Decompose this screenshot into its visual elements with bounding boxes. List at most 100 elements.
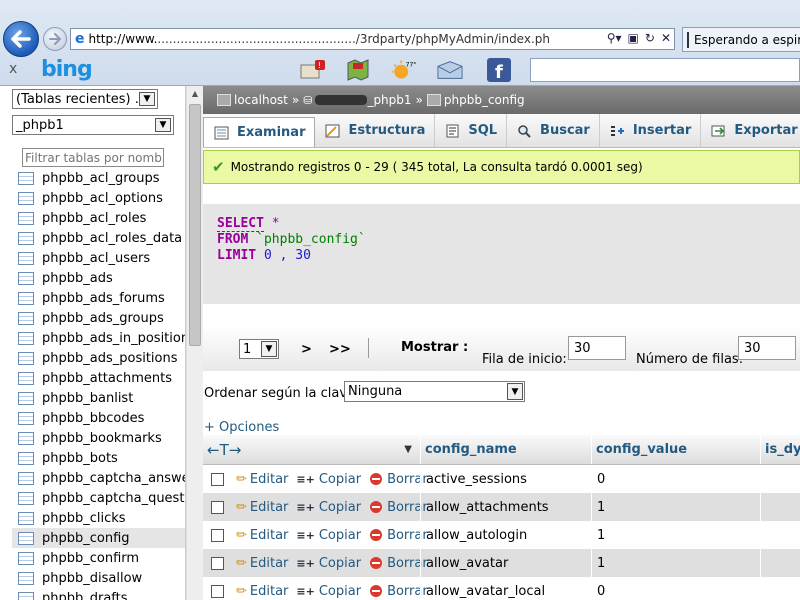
edit-link[interactable]: ✏ Editar [236,472,288,487]
column-header-config-name[interactable]: config_name [420,435,591,464]
browser-tab[interactable]: Esperando a espir [682,27,800,52]
table-icon[interactable] [18,431,34,445]
sidebar-table-item[interactable]: phpbb_config [12,528,185,548]
sidebar-scrollbar[interactable]: ▲ [186,86,203,600]
sidebar-table-item[interactable]: phpbb_bookmarks [12,428,185,448]
table-icon[interactable] [18,311,34,325]
compat-view-icon[interactable]: ▣ [628,31,639,45]
database-select[interactable]: _phpb1 ▼ [12,115,174,135]
sidebar-table-item[interactable]: phpbb_clicks [12,508,185,528]
edit-link[interactable]: ✏ Editar [236,556,288,571]
sidebar-table-item[interactable]: phpbb_acl_options [12,188,185,208]
sidebar-table-item[interactable]: phpbb_ads_positions [12,348,185,368]
sidebar-table-item[interactable]: phpbb_confirm [12,548,185,568]
cell-config-name[interactable]: allow_avatar [426,556,508,571]
edit-link[interactable]: ✏ Editar [236,500,288,515]
breadcrumb-table[interactable]: phpbb_config [444,93,525,107]
cell-config-name[interactable]: allow_autologin [426,528,527,543]
tab-sql[interactable]: SQL [435,114,508,147]
column-header-config-value[interactable]: config_value [591,435,760,464]
table-icon[interactable] [18,411,34,425]
address-bar[interactable]: e http://www............................… [70,28,675,50]
show-button[interactable]: Mostrar : [401,340,468,355]
table-icon[interactable] [18,571,34,585]
table-icon[interactable] [18,531,34,545]
start-row-input[interactable]: 30 [568,336,626,360]
search-dropdown-icon[interactable]: ⚲▾ [607,31,622,45]
back-button[interactable] [3,21,39,57]
forward-button[interactable] [43,27,67,51]
table-filter-input[interactable] [22,148,164,167]
edit-link[interactable]: ✏ Editar [236,528,288,543]
recent-tables-select[interactable]: (Tablas recientes) ... ▼ [12,89,158,109]
table-icon[interactable] [18,291,34,305]
table-icon[interactable] [18,231,34,245]
copy-link[interactable]: ≡+ Copiar [288,472,361,487]
delete-link[interactable]: Borrar [361,584,428,599]
delete-link[interactable]: Borrar [361,500,428,515]
breadcrumb-database[interactable]: _phpb1 [367,93,411,107]
table-icon[interactable] [18,591,34,600]
weather-icon[interactable]: 77° [390,58,416,82]
cell-config-value[interactable]: 1 [597,500,605,515]
facebook-icon[interactable]: f [486,58,512,82]
sidebar-table-item[interactable]: phpbb_ads [12,268,185,288]
sidebar-table-item[interactable]: phpbb_attachments [12,368,185,388]
sidebar-table-item[interactable]: phpbb_captcha_questions [12,488,185,508]
cell-config-name[interactable]: allow_avatar_local [426,584,545,599]
table-icon[interactable] [18,371,34,385]
table-icon[interactable] [18,331,34,345]
edit-link[interactable]: ✏ Editar [236,584,288,599]
delete-link[interactable]: Borrar [361,472,428,487]
copy-link[interactable]: ≡+ Copiar [288,500,361,515]
sidebar-table-item[interactable]: phpbb_acl_groups [12,168,185,188]
sidebar-table-item[interactable]: phpbb_acl_roles_data [12,228,185,248]
tab-insert[interactable]: Insertar [600,114,702,147]
sidebar-table-item[interactable]: phpbb_acl_users [12,248,185,268]
news-alert-icon[interactable]: ! [300,58,326,82]
page-select[interactable]: 1 ▼ [239,339,279,359]
options-link[interactable]: + Opciones [204,420,279,435]
row-checkbox[interactable] [211,584,224,598]
breadcrumb-server[interactable]: localhost [234,93,288,107]
sidebar-table-item[interactable]: phpbb_acl_roles [12,208,185,228]
cell-config-value[interactable]: 0 [597,584,605,599]
sidebar-table-item[interactable]: phpbb_ads_groups [12,308,185,328]
row-count-input[interactable]: 30 [738,336,796,360]
sidebar-table-item[interactable]: phpbb_drafts [12,588,185,600]
table-icon[interactable] [18,211,34,225]
bing-search-input[interactable] [530,58,800,82]
sidebar-table-item[interactable]: phpbb_ads_in_positions [12,328,185,348]
refresh-icon[interactable]: ↻ [645,31,655,45]
cell-config-value[interactable]: 0 [597,472,605,487]
maps-icon[interactable] [345,58,371,82]
table-icon[interactable] [18,471,34,485]
sidebar-table-item[interactable]: phpbb_bots [12,448,185,468]
cell-config-value[interactable]: 1 [597,528,605,543]
row-checkbox[interactable] [211,528,224,542]
sidebar-table-item[interactable]: phpbb_banlist [12,388,185,408]
cell-config-name[interactable]: active_sessions [426,472,527,487]
order-by-select[interactable]: Ninguna ▼ [344,381,525,402]
copy-link[interactable]: ≡+ Copiar [288,556,361,571]
tab-structure[interactable]: Estructura [315,114,436,147]
column-toggle-header[interactable]: ←T→ ▼ [203,435,420,464]
table-icon[interactable] [18,171,34,185]
column-header-is-dynamic[interactable]: is_dyn [760,435,800,464]
row-checkbox[interactable] [211,556,224,570]
table-icon[interactable] [18,451,34,465]
table-icon[interactable] [18,191,34,205]
table-icon[interactable] [18,351,34,365]
table-icon[interactable] [18,491,34,505]
table-icon[interactable] [18,511,34,525]
table-icon[interactable] [18,551,34,565]
close-toolbar-icon[interactable]: x [9,61,17,77]
mail-icon[interactable] [437,58,463,82]
sidebar-table-item[interactable]: phpbb_captcha_answers [12,468,185,488]
delete-link[interactable]: Borrar [361,556,428,571]
table-icon[interactable] [18,251,34,265]
row-checkbox[interactable] [211,472,224,486]
tab-browse[interactable]: Examinar [203,117,316,147]
row-checkbox[interactable] [211,500,224,514]
sidebar-table-item[interactable]: phpbb_bbcodes [12,408,185,428]
